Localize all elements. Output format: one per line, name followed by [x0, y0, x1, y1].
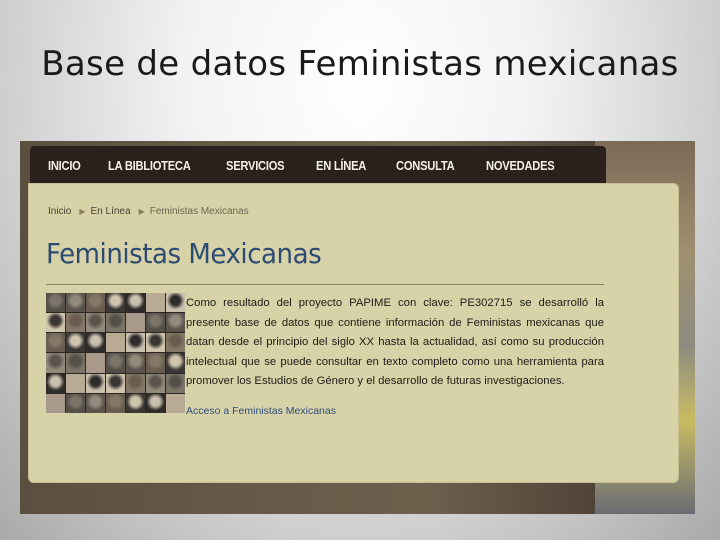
- page-title: Feministas Mexicanas: [46, 237, 322, 270]
- breadcrumb: Inicio ▶ En Línea ▶ Feministas Mexicanas: [48, 206, 249, 217]
- portrait-tile: [46, 393, 65, 413]
- portrait-tile: [166, 313, 185, 333]
- portrait-tile: [66, 333, 85, 353]
- portrait-tile: [106, 393, 125, 413]
- portrait-tile: [66, 313, 85, 333]
- website-screenshot: INICIO LA BIBLIOTECA SERVICIOS EN LÍNEA …: [20, 141, 695, 514]
- portrait-tile: [106, 313, 125, 333]
- portrait-tile: [146, 353, 165, 373]
- portrait-tile: [146, 393, 165, 413]
- nav-item-novedades[interactable]: NOVEDADES: [486, 158, 555, 173]
- triangle-right-icon: ▶: [138, 207, 145, 216]
- portrait-tile: [46, 373, 65, 393]
- nav-item-inicio[interactable]: INICIO: [48, 158, 81, 173]
- portrait-tile: [146, 293, 165, 313]
- portrait-tile: [86, 373, 105, 393]
- portrait-tile: [106, 353, 125, 373]
- portrait-tile: [146, 333, 165, 353]
- portrait-tile: [46, 353, 65, 373]
- portrait-tile: [66, 373, 85, 393]
- portrait-tile: [106, 333, 125, 353]
- portrait-tile: [126, 313, 145, 333]
- portrait-tile: [46, 293, 65, 313]
- portrait-tile: [46, 313, 65, 333]
- portrait-tile: [86, 393, 105, 413]
- portrait-tile: [126, 393, 145, 413]
- portrait-tile: [126, 353, 145, 373]
- portrait-tile: [86, 293, 105, 313]
- portrait-tile: [166, 353, 185, 373]
- portrait-tile: [126, 333, 145, 353]
- portrait-tile: [46, 333, 65, 353]
- portrait-tile: [166, 373, 185, 393]
- portrait-tile: [66, 293, 85, 313]
- main-navigation: INICIO LA BIBLIOTECA SERVICIOS EN LÍNEA …: [30, 146, 606, 184]
- portrait-tile: [86, 353, 105, 373]
- portrait-tile: [86, 313, 105, 333]
- portrait-tile: [66, 393, 85, 413]
- breadcrumb-current: Feministas Mexicanas: [149, 206, 249, 217]
- portrait-tile: [166, 333, 185, 353]
- heading-divider: [46, 284, 604, 285]
- portrait-tile: [126, 373, 145, 393]
- content-panel: Inicio ▶ En Línea ▶ Feministas Mexicanas…: [28, 183, 679, 483]
- description-text: Como resultado del proyecto PAPIME con c…: [186, 297, 604, 387]
- portrait-tile: [166, 393, 185, 413]
- nav-item-servicios[interactable]: SERVICIOS: [226, 158, 285, 173]
- nav-item-consulta[interactable]: CONSULTA: [396, 158, 455, 173]
- portrait-tile: [146, 373, 165, 393]
- portrait-tile: [166, 293, 185, 313]
- portrait-tile: [126, 293, 145, 313]
- portrait-tile: [146, 313, 165, 333]
- portrait-tile: [106, 293, 125, 313]
- portrait-tile: [86, 333, 105, 353]
- access-link[interactable]: Acceso a Feministas Mexicanas: [186, 405, 336, 417]
- nav-item-la-biblioteca[interactable]: LA BIBLIOTECA: [108, 158, 191, 173]
- breadcrumb-home[interactable]: Inicio: [48, 206, 71, 217]
- slide-title: Base de datos Feministas mexicanas: [41, 44, 679, 84]
- nav-item-en-linea[interactable]: EN LÍNEA: [316, 158, 366, 173]
- portrait-tile: [106, 373, 125, 393]
- breadcrumb-section[interactable]: En Línea: [91, 206, 131, 217]
- triangle-right-icon: ▶: [79, 207, 86, 216]
- portrait-mosaic-image: [46, 293, 185, 413]
- portrait-tile: [66, 353, 85, 373]
